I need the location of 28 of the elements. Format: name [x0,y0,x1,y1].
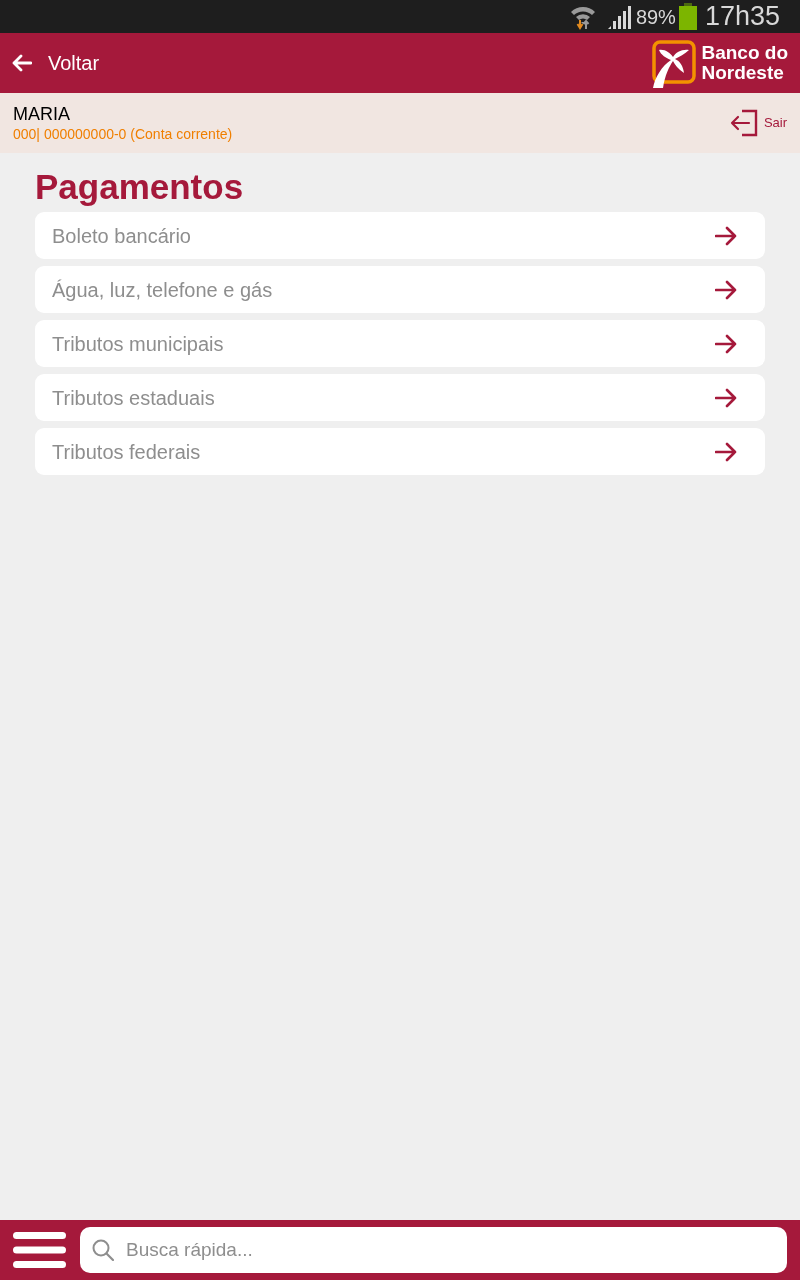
page-title: Pagamentos [35,166,244,208]
arrow-right-icon [715,387,737,408]
back-button[interactable]: Voltar [12,48,100,78]
arrow-right-icon [715,279,737,300]
arrow-right-icon [715,333,737,354]
search-icon [92,1239,114,1261]
logo-icon [651,38,698,88]
arrow-right-icon [715,225,737,246]
arrow-right-icon [715,441,737,462]
battery-icon [678,3,697,30]
logout-button[interactable]: Sair [729,109,787,137]
menu-item[interactable]: Tributos municipais [35,320,765,367]
battery-percent: 89% [635,6,676,27]
menu-button[interactable] [13,1232,66,1268]
logout-icon [729,109,758,137]
menu-item[interactable]: Água, luz, telefone e gás [35,266,765,313]
account-number: 000| 000000000-0 (Conta corrente) [13,125,233,143]
logo-text: Banco do [701,43,788,63]
menu-icon [13,1232,66,1268]
signal-icon [606,4,631,29]
menu-item[interactable]: Tributos estaduais [35,374,765,421]
menu-item[interactable]: Boleto bancário [35,212,765,259]
search-field[interactable]: Busca rápida... [80,1227,787,1273]
account-name: MARIA [13,103,71,125]
logo-text: Nordeste [701,63,785,83]
back-arrow-icon [12,54,32,72]
clock-time: 17h35 [704,3,780,30]
menu-item[interactable]: Tributos federais [35,428,765,475]
